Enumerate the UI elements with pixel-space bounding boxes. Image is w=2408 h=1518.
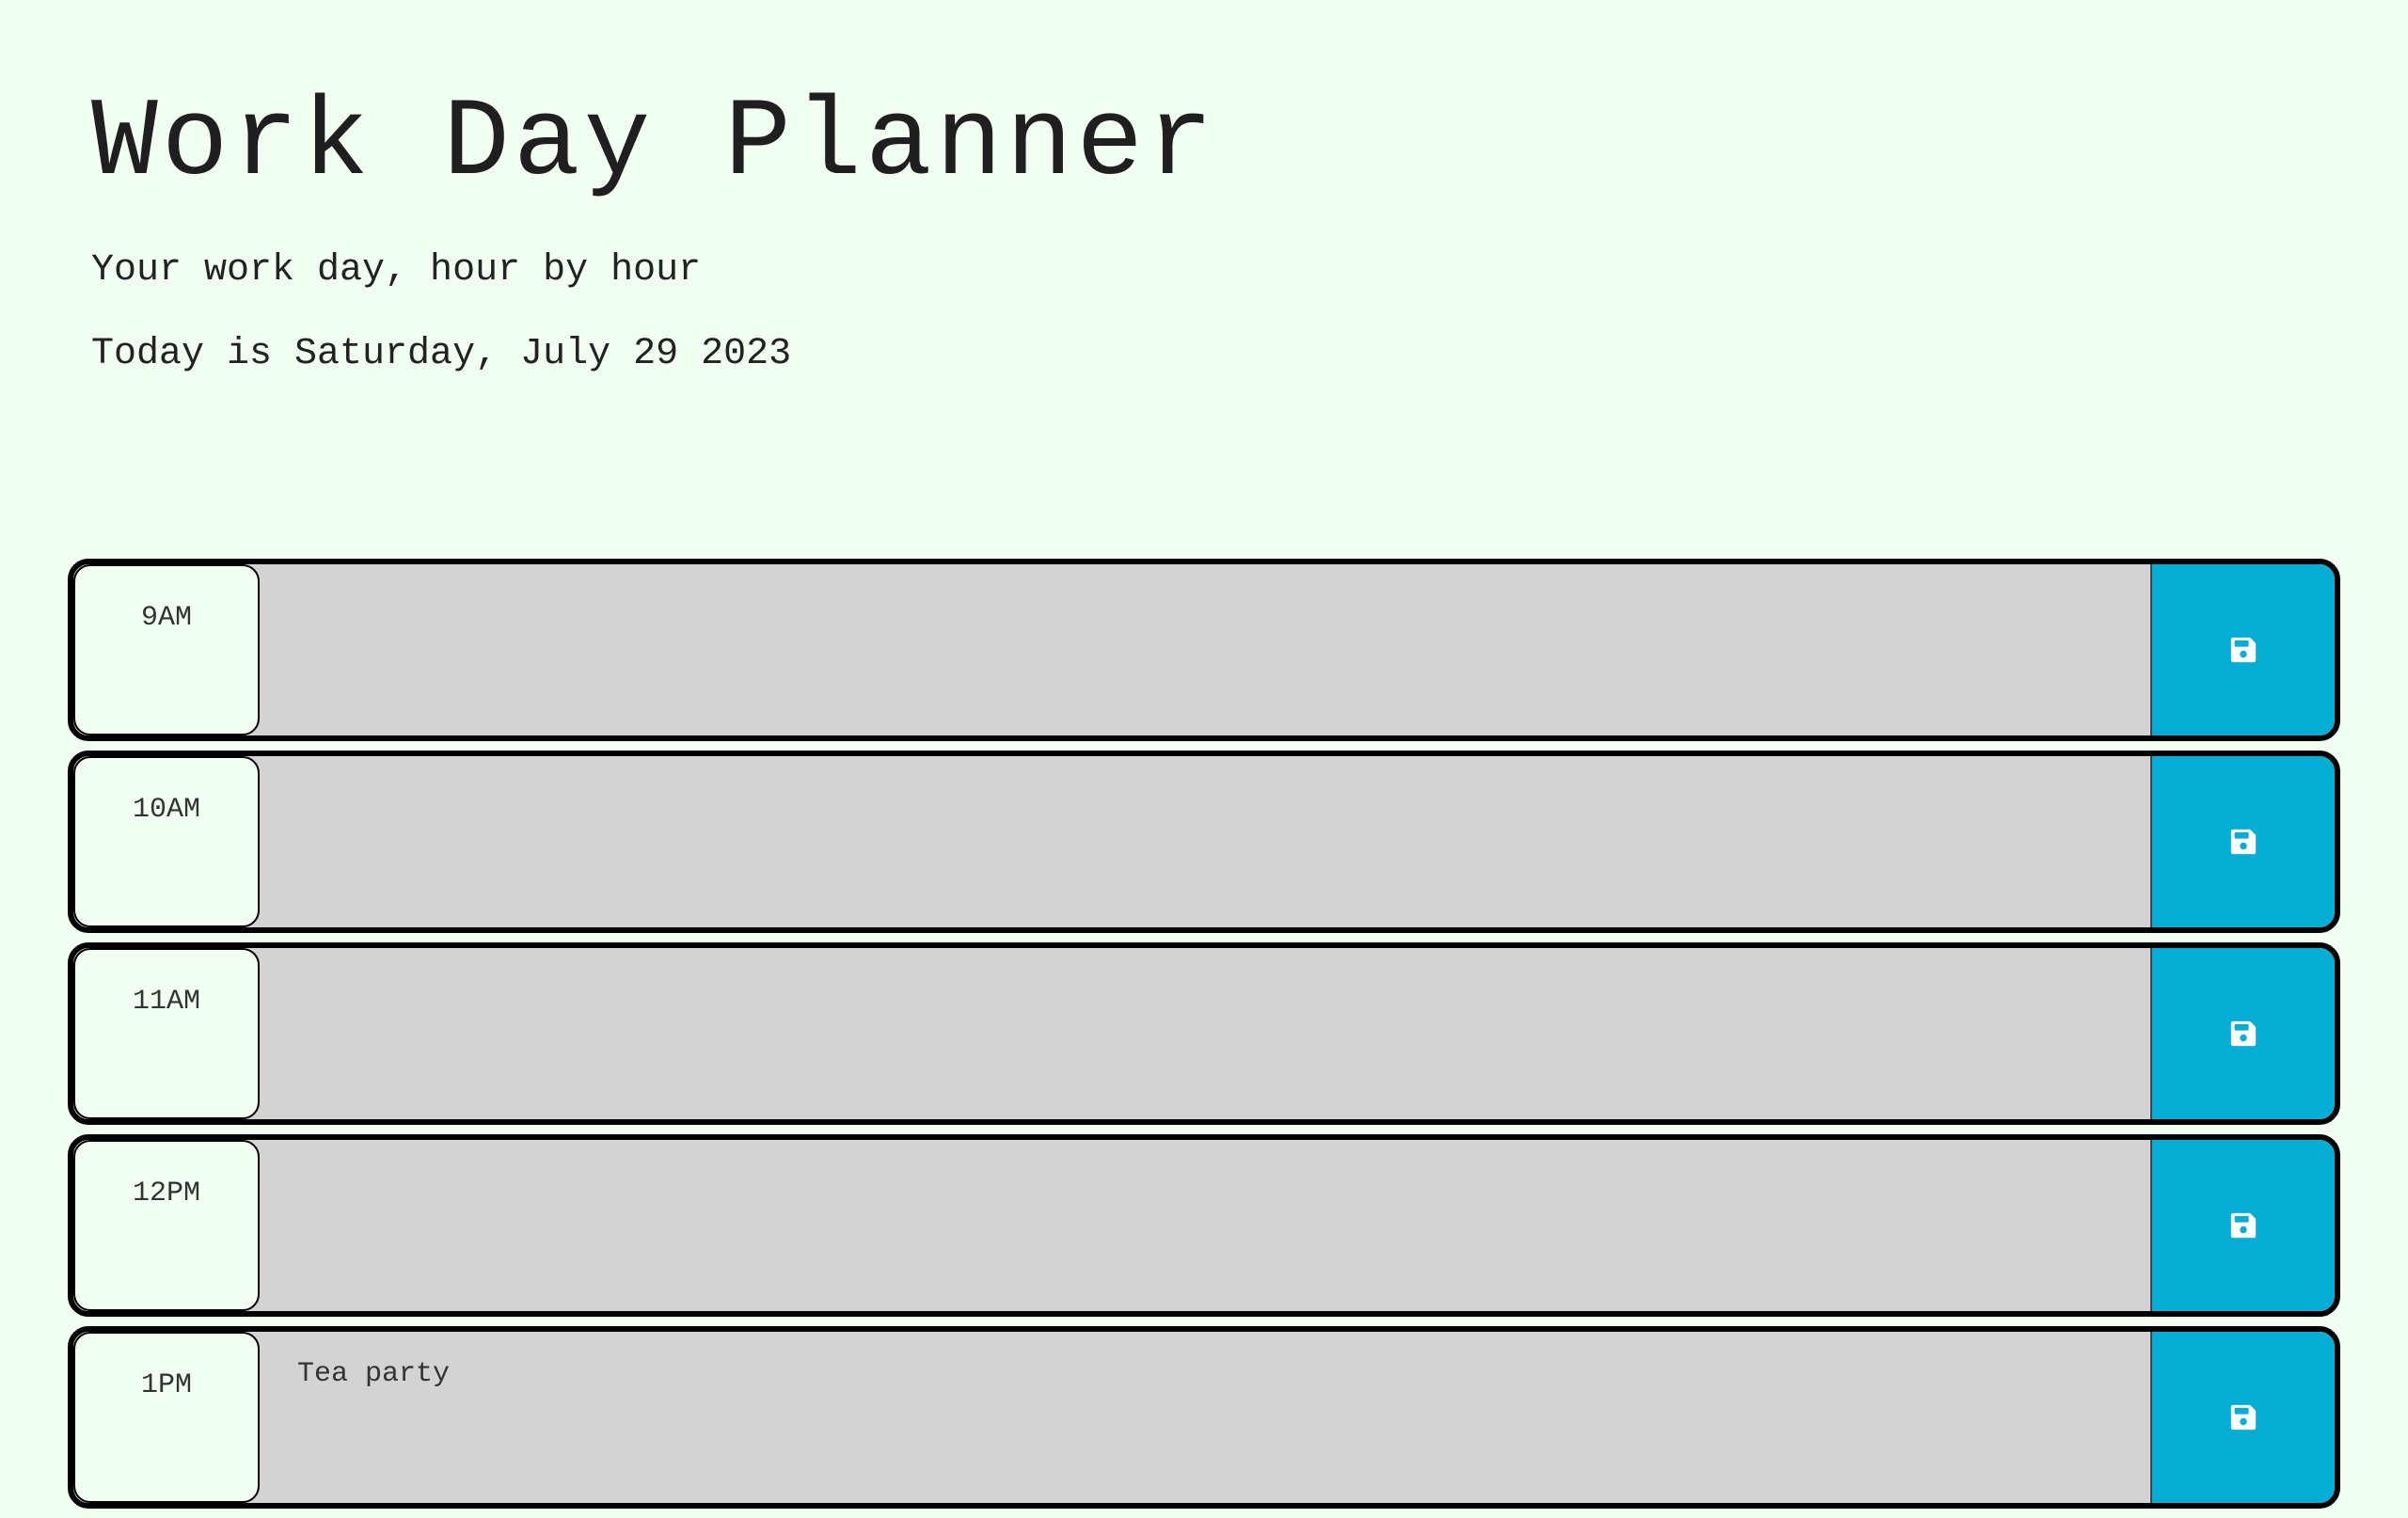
save-button[interactable]: [2150, 756, 2335, 927]
current-date: Today is Saturday, July 29 2023: [91, 333, 792, 375]
save-button[interactable]: [2150, 1140, 2335, 1311]
event-textarea[interactable]: [260, 948, 2150, 1119]
time-block-row: 9AM: [68, 559, 2340, 741]
hour-label: 9AM: [73, 564, 260, 735]
save-button[interactable]: [2150, 564, 2335, 735]
floppy-disk-icon: [2230, 637, 2257, 663]
time-block-row: 12PM: [68, 1134, 2340, 1317]
time-block-row: 1PM Tea party: [68, 1326, 2340, 1509]
hour-label: 12PM: [73, 1140, 260, 1311]
floppy-disk-icon: [2230, 1212, 2257, 1239]
event-textarea[interactable]: [260, 756, 2150, 927]
save-button[interactable]: [2150, 948, 2335, 1119]
time-block-row: 11AM: [68, 942, 2340, 1125]
time-block-row: 10AM: [68, 751, 2340, 933]
hour-label: 11AM: [73, 948, 260, 1119]
floppy-disk-icon: [2230, 1020, 2257, 1047]
hour-label: 10AM: [73, 756, 260, 927]
time-block-list: 9AM 10AM 11AM 12PM 1PM Tea party: [68, 559, 2340, 1518]
floppy-disk-icon: [2230, 1404, 2257, 1431]
event-textarea[interactable]: [260, 1140, 2150, 1311]
page-title: Work Day Planner: [91, 82, 1217, 207]
floppy-disk-icon: [2230, 829, 2257, 855]
page-subtitle: Your work day, hour by hour: [91, 249, 702, 292]
hour-label: 1PM: [73, 1332, 260, 1503]
page-header: Work Day Planner Your work day, hour by …: [91, 82, 1217, 376]
save-button[interactable]: [2150, 1332, 2335, 1503]
event-textarea[interactable]: [260, 564, 2150, 735]
event-textarea[interactable]: Tea party: [260, 1332, 2150, 1503]
